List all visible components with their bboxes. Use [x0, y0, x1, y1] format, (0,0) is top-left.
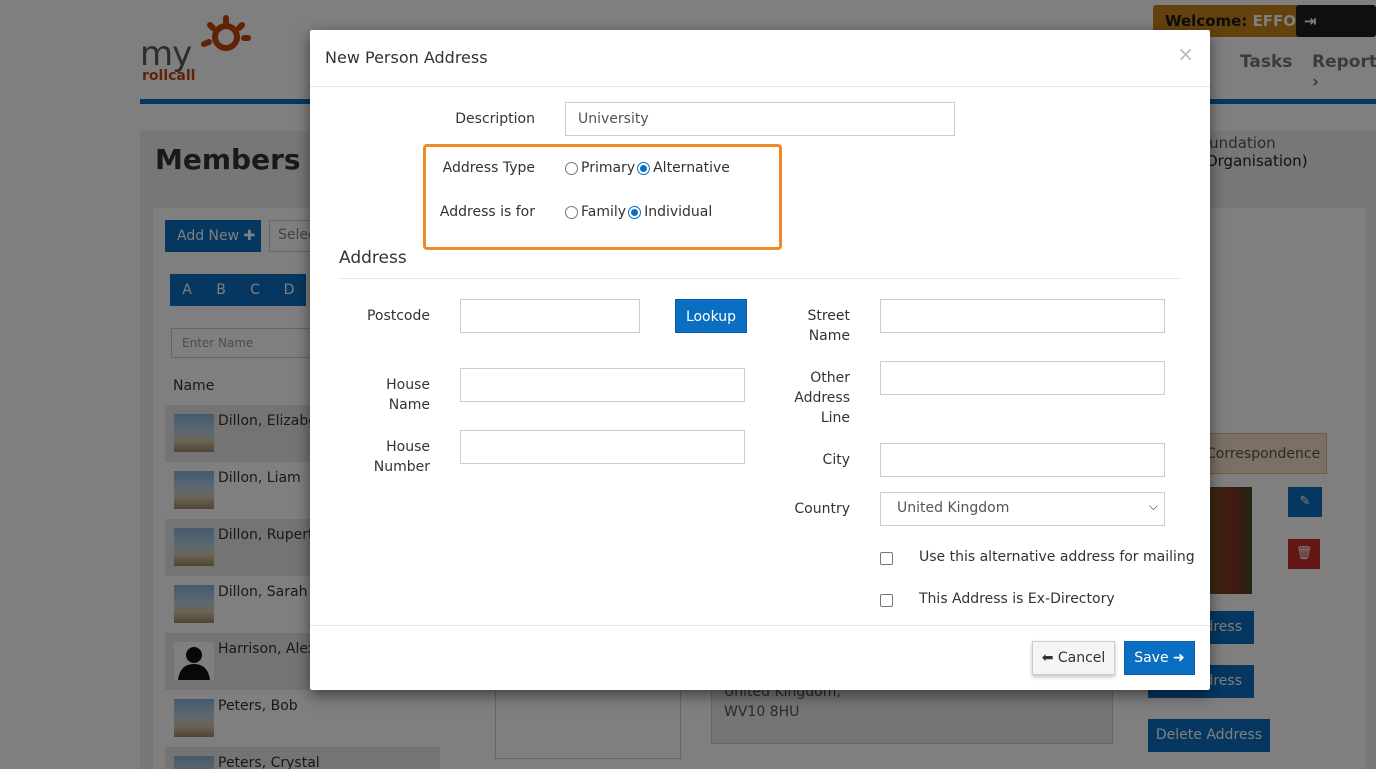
new-person-address-modal: New Person Address × Description Address… [310, 30, 1210, 690]
cancel-label: Cancel [1057, 650, 1106, 666]
radio-family-label: Family [581, 204, 627, 220]
address-type-radios: Primary Alternative [565, 160, 732, 176]
mailing-checkbox[interactable] [880, 552, 893, 565]
radio-alternative[interactable] [637, 161, 651, 175]
house-name-label: House Name [386, 377, 430, 413]
city-input[interactable] [880, 443, 1165, 477]
lookup-button[interactable]: Lookup [675, 299, 747, 333]
street-name-label: Street Name [807, 308, 850, 344]
arrow-left-circle-icon: ⬅ [1041, 650, 1054, 666]
close-icon[interactable]: × [1177, 42, 1194, 66]
house-name-input[interactable] [460, 368, 745, 402]
house-number-input[interactable] [460, 430, 745, 464]
city-label: City [822, 452, 850, 468]
section-divider [339, 278, 1181, 279]
save-label: Save [1134, 650, 1169, 666]
save-button[interactable]: Save ➜ [1124, 641, 1195, 675]
postcode-label: Postcode [366, 308, 430, 324]
country-select[interactable]: United Kingdom ⌵ [880, 492, 1165, 526]
country-select-value: United Kingdom [897, 500, 1010, 516]
radio-family[interactable] [565, 205, 578, 219]
other-address-line-input[interactable] [880, 361, 1165, 395]
country-label: Country [794, 501, 850, 517]
radio-alternative-label: Alternative [653, 160, 730, 176]
address-type-label: Address Type [442, 160, 535, 176]
house-number-label: House Number [373, 439, 430, 475]
description-input[interactable] [565, 102, 955, 136]
cancel-button[interactable]: ⬅ Cancel [1032, 641, 1115, 675]
ex-directory-checkbox[interactable] [880, 594, 893, 607]
address-for-radios: Family Individual [565, 204, 714, 220]
mailing-checkbox-label: Use this alternative address for mailing [919, 549, 1195, 565]
street-name-input[interactable] [880, 299, 1165, 333]
postcode-input[interactable] [460, 299, 640, 333]
chevron-down-icon: ⌵ [1148, 499, 1158, 513]
address-for-label: Address is for [439, 204, 535, 220]
arrow-right-circle-icon: ➜ [1173, 650, 1185, 666]
radio-primary[interactable] [565, 161, 578, 175]
address-section-title: Address [339, 248, 407, 268]
modal-header: New Person Address × [310, 30, 1210, 87]
modal-title: New Person Address [325, 48, 488, 67]
other-address-line-label: Other Address Line [794, 370, 850, 426]
radio-individual[interactable] [628, 205, 642, 219]
radio-individual-label: Individual [644, 204, 713, 220]
radio-primary-label: Primary [581, 160, 636, 176]
ex-directory-checkbox-label: This Address is Ex-Directory [919, 591, 1115, 607]
description-label: Description [455, 111, 535, 127]
